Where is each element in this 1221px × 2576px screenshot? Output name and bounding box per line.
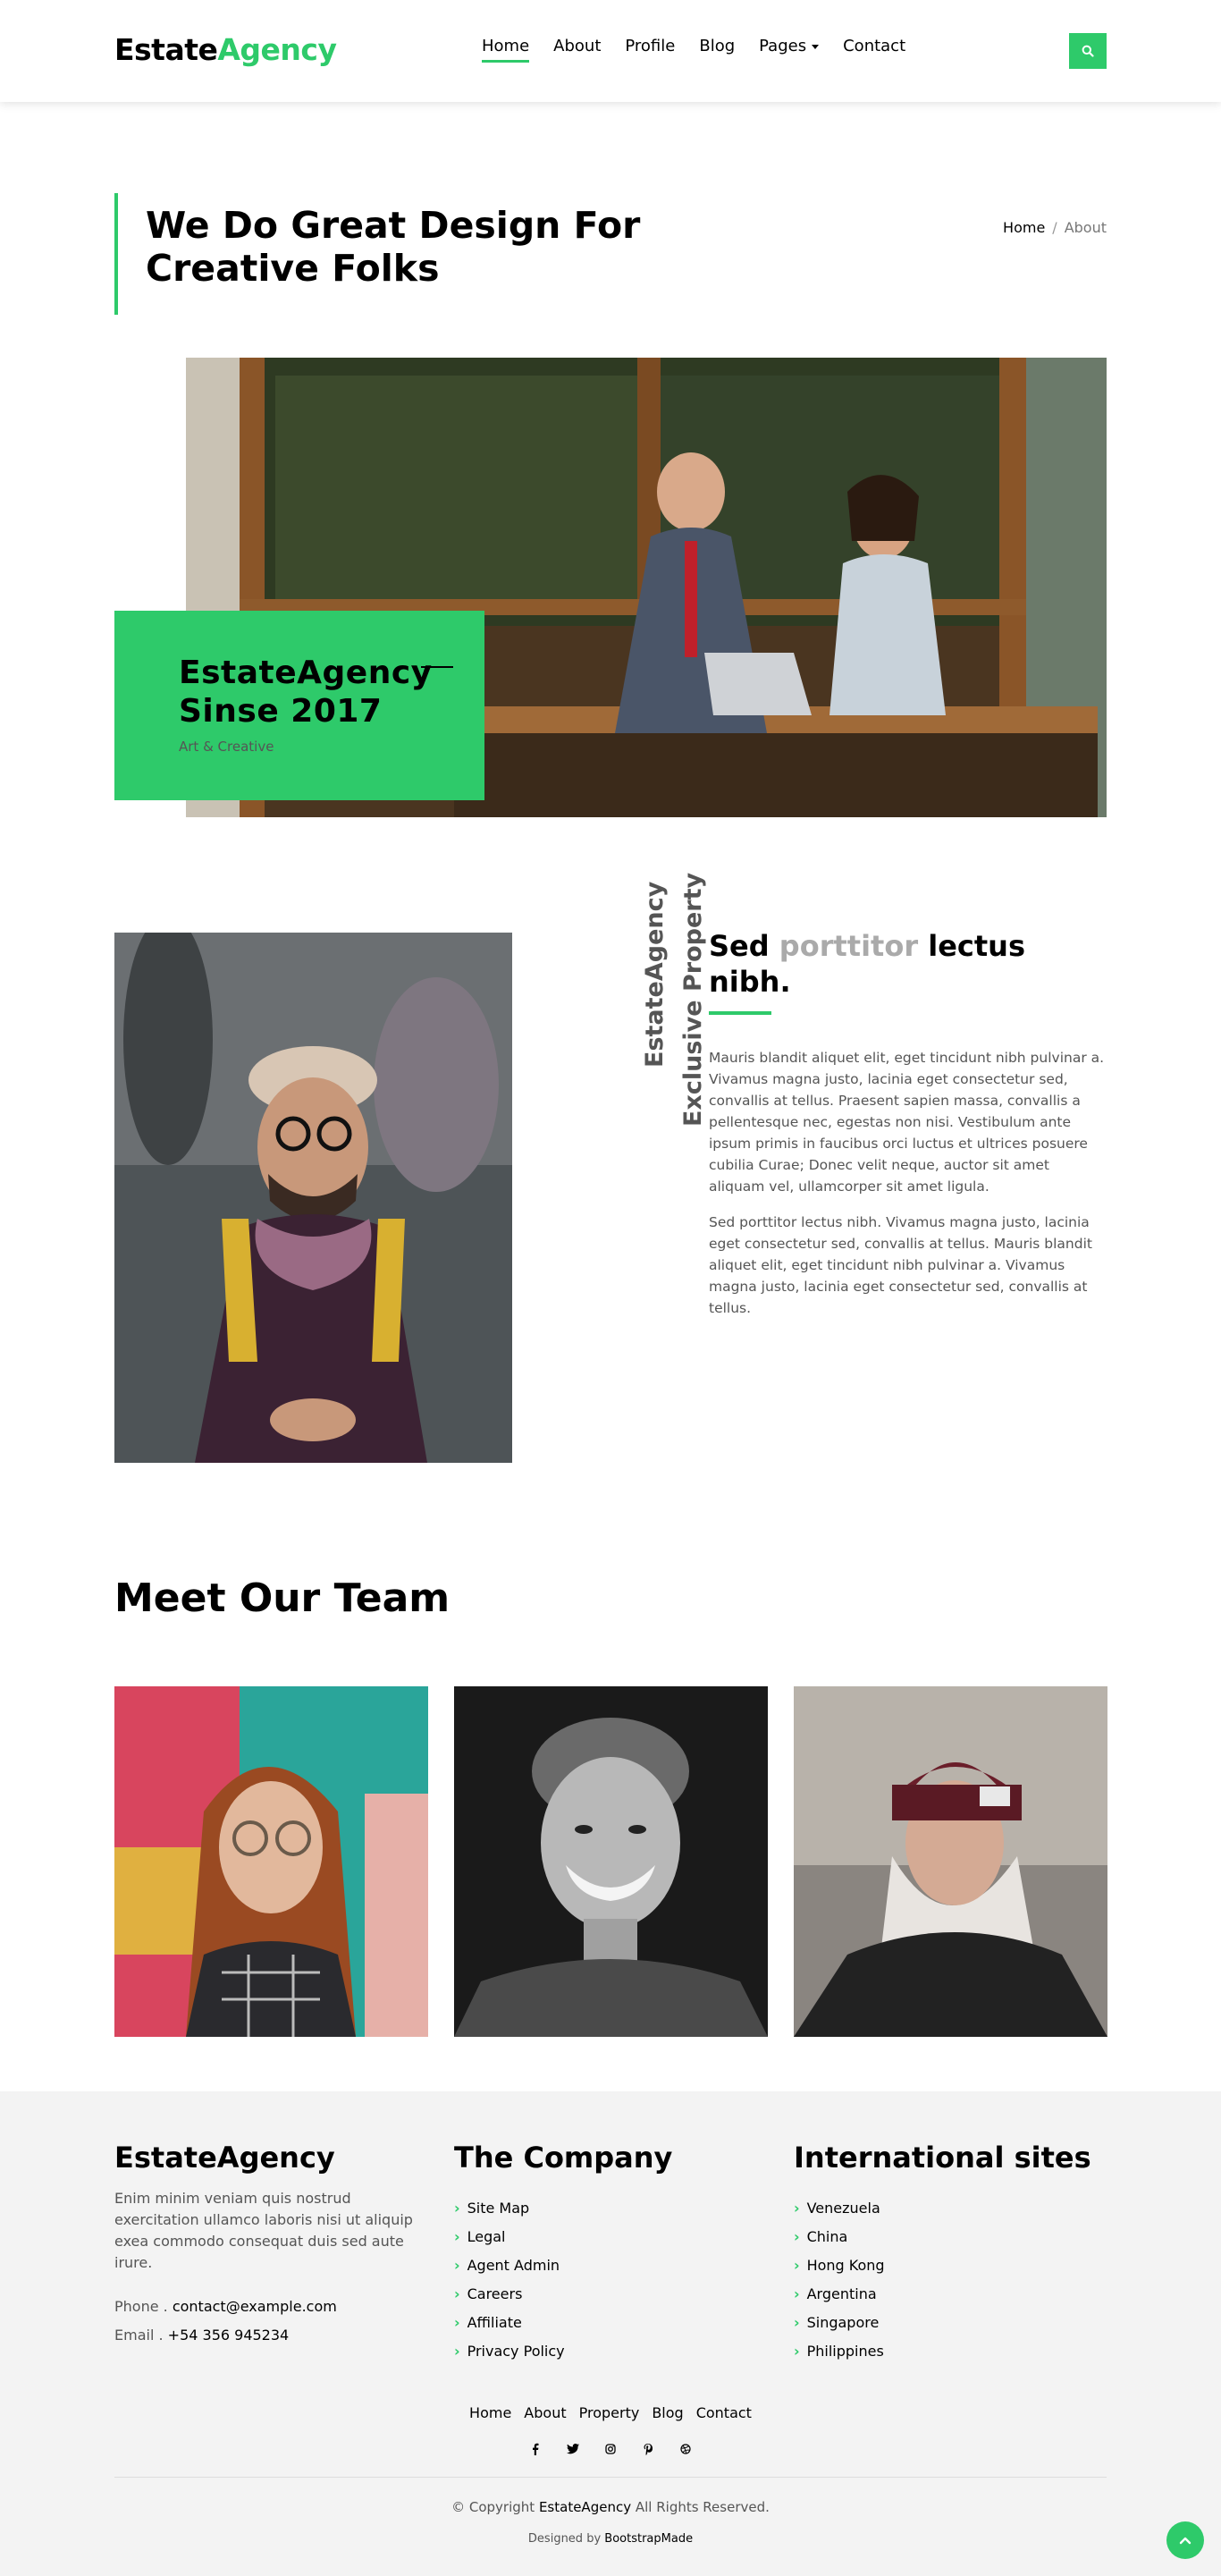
about-title-underline	[709, 1011, 771, 1015]
twitter-icon[interactable]	[565, 2441, 581, 2457]
team-member-photo	[454, 1686, 768, 2037]
footer-email-value[interactable]: +54 356 945234	[168, 2327, 290, 2344]
footer-link-venezuela[interactable]: › Venezuela	[794, 2193, 885, 2222]
chevron-right-icon: ›	[454, 2199, 460, 2217]
about-title: Sed porttitor lectus nibh.	[709, 929, 1025, 999]
footer-social	[0, 2441, 1221, 2457]
dribbble-icon[interactable]	[678, 2441, 694, 2457]
page-title: We Do Great Design For Creative Folks	[146, 204, 641, 290]
footer-nav-about[interactable]: About	[524, 2404, 566, 2421]
chevron-down-icon	[812, 44, 820, 49]
footer-nav-property[interactable]: Property	[579, 2404, 640, 2421]
nav-blog[interactable]: Blog	[699, 37, 735, 61]
intro-accent-bar	[114, 193, 118, 315]
search-button[interactable]	[1069, 33, 1107, 69]
since-box-title: EstateAgency Sinse 2017	[179, 655, 433, 730]
team-member-photo	[114, 1686, 428, 2037]
nav-about[interactable]: About	[553, 37, 601, 61]
about-paragraph-1: Mauris blandit aliquet elit, eget tincid…	[709, 1050, 1105, 1195]
chevron-right-icon: ›	[794, 2199, 800, 2217]
chevron-right-icon: ›	[794, 2227, 800, 2245]
footer-brand-title: EstateAgency	[114, 2141, 335, 2175]
navbar: EstateAgency Home About Profile Blog Pag…	[0, 0, 1221, 102]
footer-description: Enim minim veniam quis nostrud exercitat…	[114, 2190, 413, 2271]
chevron-up-icon	[1179, 2537, 1192, 2545]
chevron-right-icon: ›	[454, 2342, 460, 2360]
nav-home[interactable]: Home	[482, 37, 530, 63]
nav-contact[interactable]: Contact	[843, 37, 905, 61]
footer-link-agent-admin[interactable]: › Agent Admin	[454, 2251, 565, 2279]
chevron-right-icon: ›	[794, 2342, 800, 2360]
team-title: Meet Our Team	[114, 1575, 451, 1621]
chevron-right-icon: ›	[454, 2227, 460, 2245]
footer-nav: Home About Property Blog Contact	[0, 2404, 1221, 2421]
chevron-right-icon: ›	[454, 2256, 460, 2274]
footer-link-privacy[interactable]: › Privacy Policy	[454, 2336, 565, 2365]
chevron-right-icon: ›	[794, 2313, 800, 2331]
footer-link-philippines[interactable]: › Philippines	[794, 2336, 885, 2365]
footer-link-singapore[interactable]: › Singapore	[794, 2308, 885, 2336]
footer-link-legal[interactable]: › Legal	[454, 2222, 565, 2251]
team-member-photo	[794, 1686, 1107, 2037]
footer-email: Email . +54 356 945234	[114, 2327, 290, 2344]
vertical-label-brand: EstateAgency	[641, 881, 669, 1068]
footer-divider	[114, 2477, 1107, 2478]
nav-profile[interactable]: Profile	[625, 37, 675, 61]
search-icon	[1082, 45, 1094, 57]
footer-international-title: International sites	[794, 2141, 1091, 2175]
nav-pages[interactable]: Pages	[759, 37, 820, 61]
pinterest-icon[interactable]	[640, 2441, 656, 2457]
footer-nav-blog[interactable]: Blog	[652, 2404, 683, 2421]
facebook-icon[interactable]	[527, 2441, 543, 2457]
chevron-right-icon: ›	[454, 2285, 460, 2302]
vertical-label-property: Exclusive Property	[679, 872, 707, 1127]
footer-link-china[interactable]: › China	[794, 2222, 885, 2251]
footer-nav-contact[interactable]: Contact	[696, 2404, 752, 2421]
designed-by: Designed by BootstrapMade	[527, 2532, 694, 2546]
team-member-card[interactable]	[454, 1686, 768, 2037]
team-member-card[interactable]	[114, 1686, 428, 2037]
brand-logo[interactable]: EstateAgency	[114, 32, 337, 67]
footer-phone: Phone . contact@example.com	[114, 2298, 337, 2315]
breadcrumb: Home / About	[1003, 219, 1107, 236]
chevron-right-icon: ›	[454, 2313, 460, 2331]
since-box-line	[421, 666, 453, 668]
breadcrumb-home[interactable]: Home	[1003, 219, 1045, 236]
man-with-hat-photo	[114, 933, 512, 1463]
breadcrumb-current: About	[1064, 219, 1107, 236]
breadcrumb-separator: /	[1052, 219, 1057, 236]
footer-link-argentina[interactable]: › Argentina	[794, 2279, 885, 2308]
team-member-card[interactable]	[794, 1686, 1107, 2037]
since-box: EstateAgency Sinse 2017 Art & Creative	[114, 611, 484, 800]
main-nav: Home About Profile Blog Pages Contact	[482, 37, 905, 63]
instagram-icon[interactable]	[602, 2441, 619, 2457]
chevron-right-icon: ›	[794, 2285, 800, 2302]
back-to-top-button[interactable]	[1166, 2521, 1204, 2559]
footer-company-title: The Company	[454, 2141, 673, 2175]
footer-link-affiliate[interactable]: › Affiliate	[454, 2308, 565, 2336]
footer-link-site-map[interactable]: › Site Map	[454, 2193, 565, 2222]
about-paragraph-2: Sed porttitor lectus nibh. Vivamus magna…	[709, 1214, 1092, 1316]
footer-company-links: › Site Map › Legal › Agent Admin › Careers ›…	[454, 2193, 565, 2365]
footer-nav-home[interactable]: Home	[469, 2404, 511, 2421]
about-photo	[114, 933, 512, 1463]
footer-phone-value[interactable]: contact@example.com	[173, 2298, 337, 2315]
footer-link-hong-kong[interactable]: › Hong Kong	[794, 2251, 885, 2279]
footer-international-links: › Venezuela › China › Hong Kong › Argentina …	[794, 2193, 885, 2365]
since-box-subtitle: Art & Creative	[179, 739, 274, 755]
footer-link-careers[interactable]: › Careers	[454, 2279, 565, 2308]
designed-by-link[interactable]: BootstrapMade	[604, 2532, 693, 2546]
chevron-right-icon: ›	[794, 2256, 800, 2274]
copyright: © Copyright EstateAgency All Rights Rese…	[451, 2499, 770, 2515]
